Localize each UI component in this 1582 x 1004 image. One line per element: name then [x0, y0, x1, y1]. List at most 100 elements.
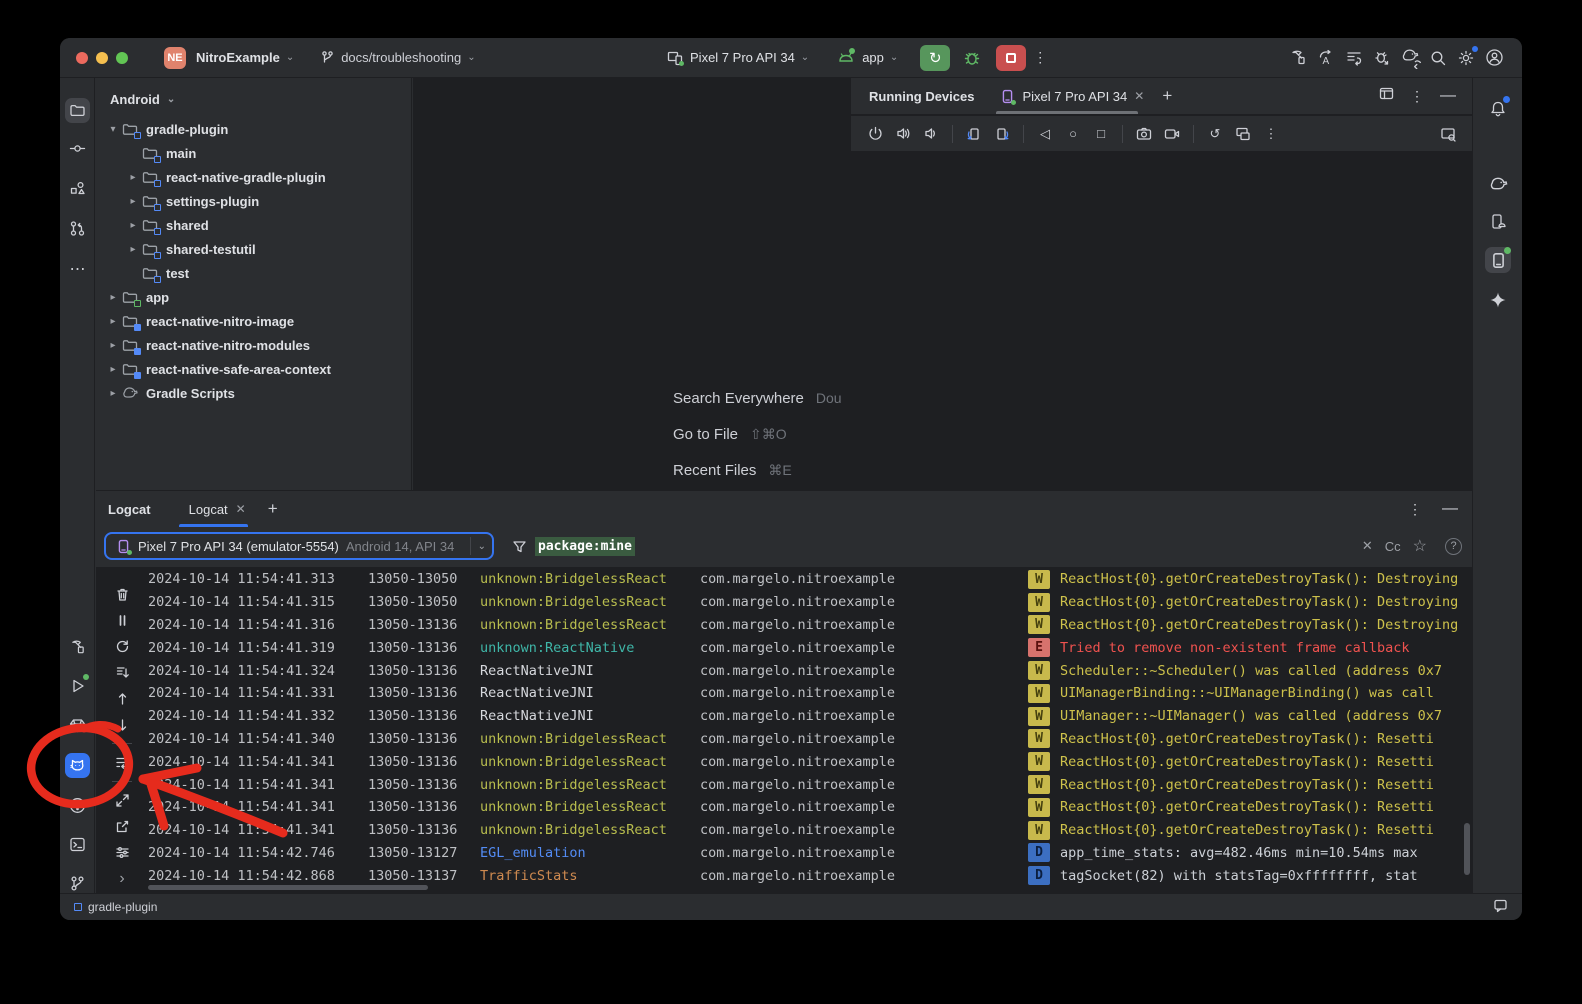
- display-settings-button[interactable]: [1231, 122, 1255, 146]
- build-button[interactable]: [1284, 44, 1312, 72]
- vcs-branch-selector[interactable]: docs/troubleshooting ⌄: [320, 50, 475, 65]
- tree-chevron-icon[interactable]: ▸: [104, 340, 122, 351]
- tree-chevron-icon[interactable]: ▸: [104, 388, 122, 399]
- kebab-icon[interactable]: ⋮: [1408, 501, 1422, 518]
- log-row[interactable]: 2024-10-14 11:54:41.324 13050-13136 Reac…: [148, 659, 1462, 682]
- kebab-icon[interactable]: ⋮: [1410, 88, 1424, 105]
- record-screen-button[interactable]: [1160, 122, 1184, 146]
- log-row[interactable]: 2024-10-14 11:54:41.341 13050-13136 unkn…: [148, 819, 1462, 842]
- close-icon[interactable]: ✕: [236, 502, 246, 516]
- tree-item[interactable]: ▸ settings-plugin: [104, 189, 403, 213]
- tree-item[interactable]: ▸ react-native-safe-area-context: [104, 357, 403, 381]
- tree-chevron-icon[interactable]: ▸: [104, 316, 122, 327]
- tree-chevron-icon[interactable]: ▸: [104, 364, 122, 375]
- next-occurrence-button[interactable]: [111, 714, 133, 735]
- tree-chevron-icon[interactable]: ▸: [124, 220, 142, 231]
- scroll-to-end-button[interactable]: [111, 662, 133, 683]
- log-row[interactable]: 2024-10-14 11:54:41.332 13050-13136 Reac…: [148, 705, 1462, 728]
- build-tool-button[interactable]: [65, 635, 90, 660]
- volume-up-button[interactable]: [891, 122, 915, 146]
- layout-options-button[interactable]: [1379, 86, 1394, 106]
- logcat-device-selector[interactable]: Pixel 7 Pro API 34 (emulator-5554) Andro…: [104, 532, 494, 560]
- ai-actions-button[interactable]: A: [1312, 44, 1340, 72]
- tree-chevron-icon[interactable]: ▾: [104, 124, 122, 135]
- log-row[interactable]: 2024-10-14 11:54:41.341 13050-13136 unkn…: [148, 750, 1462, 773]
- close-icon[interactable]: ✕: [1134, 89, 1144, 103]
- run-configuration-selector[interactable]: app ⌄: [837, 50, 898, 66]
- problems-tool-button[interactable]: [65, 793, 90, 818]
- recents-button[interactable]: □: [1089, 122, 1113, 146]
- tree-item[interactable]: ▸ react-native-nitro-modules: [104, 333, 403, 357]
- add-device-tab-button[interactable]: +: [1162, 86, 1172, 106]
- logcat-tool-button[interactable]: [65, 753, 90, 778]
- gradle-sync-button[interactable]: [1396, 44, 1424, 72]
- tree-item[interactable]: ▸ react-native-gradle-plugin: [104, 165, 403, 189]
- terminal-tool-button[interactable]: [65, 832, 90, 857]
- kebab-icon[interactable]: ⋮: [1259, 122, 1283, 146]
- log-row[interactable]: 2024-10-14 11:54:41.319 13050-13136 unkn…: [148, 636, 1462, 659]
- project-tool-button[interactable]: [65, 98, 90, 123]
- log-row[interactable]: 2024-10-14 11:54:42.746 13050-13127 EGL_…: [148, 842, 1462, 865]
- log-row[interactable]: 2024-10-14 11:54:41.340 13050-13136 unkn…: [148, 728, 1462, 751]
- running-devices-tool-button[interactable]: [1485, 247, 1511, 273]
- more-run-actions-button[interactable]: ⋮: [1026, 44, 1054, 72]
- clear-logcat-button[interactable]: [111, 584, 133, 605]
- logcat-tab[interactable]: Logcat ✕: [189, 491, 246, 527]
- log-row[interactable]: 2024-10-14 11:54:41.341 13050-13136 unkn…: [148, 773, 1462, 796]
- device-manager-tool-button[interactable]: [1485, 208, 1511, 234]
- volume-down-button[interactable]: [919, 122, 943, 146]
- vertical-scrollbar[interactable]: [1464, 823, 1470, 875]
- more-tools-chevron[interactable]: ›: [111, 868, 133, 889]
- close-window-button[interactable]: [76, 52, 88, 64]
- hide-panel-button[interactable]: —: [1442, 500, 1458, 518]
- pull-requests-tool-button[interactable]: [65, 216, 90, 241]
- log-row[interactable]: 2024-10-14 11:54:41.313 13050-13050 unkn…: [148, 568, 1462, 591]
- project-view-selector[interactable]: Android ⌄: [96, 78, 411, 117]
- more-tool-windows-button[interactable]: ⋯: [65, 256, 90, 281]
- device-tab[interactable]: Pixel 7 Pro API 34 ✕: [1000, 78, 1144, 114]
- tree-item[interactable]: ▾ gradle-plugin: [104, 117, 403, 141]
- tree-item[interactable]: ▸ shared-testutil: [104, 237, 403, 261]
- tree-chevron-icon[interactable]: ▸: [104, 292, 122, 303]
- build-variants-button[interactable]: [1340, 44, 1368, 72]
- screenshot-button[interactable]: [1132, 122, 1156, 146]
- log-row[interactable]: 2024-10-14 11:54:41.316 13050-13136 unkn…: [148, 614, 1462, 637]
- gradle-tool-button[interactable]: [1485, 170, 1511, 196]
- stop-app-button[interactable]: [996, 45, 1026, 71]
- minimize-window-button[interactable]: [96, 52, 108, 64]
- tree-chevron-icon[interactable]: ▸: [124, 244, 142, 255]
- split-panel-button[interactable]: [111, 790, 133, 811]
- tree-item[interactable]: test: [104, 261, 403, 285]
- status-module[interactable]: gradle-plugin: [74, 900, 157, 914]
- rerun-app-button[interactable]: ↻: [920, 45, 950, 71]
- logcat-settings-button[interactable]: [111, 842, 133, 863]
- log-row[interactable]: 2024-10-14 11:54:41.315 13050-13050 unkn…: [148, 591, 1462, 614]
- export-logs-button[interactable]: [111, 816, 133, 837]
- tree-item[interactable]: main: [104, 141, 403, 165]
- gemini-tool-button[interactable]: [1485, 287, 1511, 313]
- target-device-selector[interactable]: Pixel 7 Pro API 34 ⌄: [667, 50, 809, 66]
- settings-button[interactable]: [1452, 44, 1480, 72]
- logcat-filter-field[interactable]: package:mine ✕ Cc ☆: [504, 532, 1435, 560]
- tree-item[interactable]: ▸ react-native-nitro-image: [104, 309, 403, 333]
- notifications-tool-button[interactable]: [1485, 96, 1511, 122]
- log-row[interactable]: 2024-10-14 11:54:42.868 13050-13137 Traf…: [148, 864, 1462, 885]
- back-button[interactable]: ◁: [1033, 122, 1057, 146]
- previous-occurrence-button[interactable]: [111, 688, 133, 709]
- structure-tool-button[interactable]: [65, 176, 90, 201]
- account-button[interactable]: [1480, 44, 1508, 72]
- run-tool-button[interactable]: [65, 673, 90, 698]
- dedicated-window-button[interactable]: [1436, 122, 1460, 146]
- rotate-left-button[interactable]: [962, 122, 986, 146]
- tree-item[interactable]: ▸ app: [104, 285, 403, 309]
- match-case-toggle[interactable]: Cc: [1385, 539, 1401, 554]
- debug-app-button[interactable]: [958, 44, 986, 72]
- tree-chevron-icon[interactable]: ▸: [124, 196, 142, 207]
- power-button[interactable]: [863, 122, 887, 146]
- horizontal-scrollbar[interactable]: [148, 885, 428, 890]
- maximize-window-button[interactable]: [116, 52, 128, 64]
- rotate-right-button[interactable]: [990, 122, 1014, 146]
- hide-panel-button[interactable]: —: [1440, 87, 1456, 105]
- soft-wrap-button[interactable]: [111, 752, 133, 773]
- home-button[interactable]: ○: [1061, 122, 1085, 146]
